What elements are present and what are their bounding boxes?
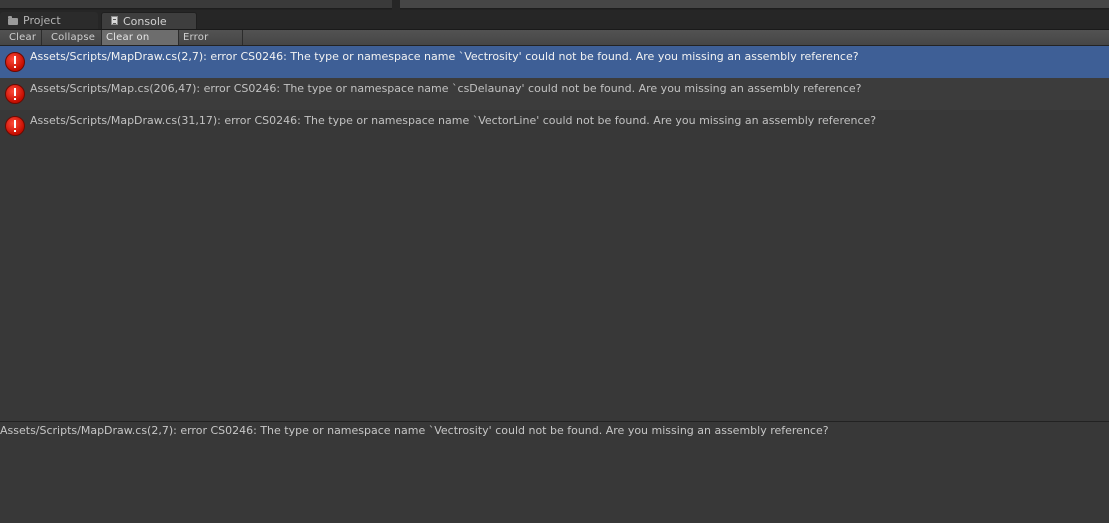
tab-project-label: Project	[23, 14, 61, 27]
log-entry[interactable]: Assets/Scripts/Map.cs(206,47): error CS0…	[0, 78, 1109, 110]
clear-on-play-toggle[interactable]: Clear on Play	[102, 30, 179, 58]
upper-right-panel	[400, 0, 1109, 9]
tab-console[interactable]: Console	[101, 12, 197, 29]
error-icon	[5, 52, 25, 72]
folder-icon	[8, 16, 18, 25]
log-entry[interactable]: Assets/Scripts/MapDraw.cs(31,17): error …	[0, 110, 1109, 142]
detail-message: Assets/Scripts/MapDraw.cs(2,7): error CS…	[0, 424, 829, 437]
error-icon	[5, 116, 25, 136]
log-detail-panel[interactable]: Assets/Scripts/MapDraw.cs(2,7): error CS…	[0, 422, 1109, 523]
log-message: Assets/Scripts/Map.cs(206,47): error CS0…	[30, 82, 862, 95]
upper-left-panel	[0, 0, 392, 9]
upper-panel-edge	[0, 0, 1109, 10]
tab-console-label: Console	[123, 14, 167, 28]
console-icon	[111, 15, 118, 25]
error-pause-toggle[interactable]: Error Pause	[179, 30, 243, 58]
clear-button[interactable]: Clear	[0, 30, 42, 45]
log-message: Assets/Scripts/MapDraw.cs(31,17): error …	[30, 114, 877, 127]
tab-bar: Project Console	[0, 10, 1109, 30]
error-icon	[5, 84, 25, 104]
panel-splitter[interactable]	[392, 0, 400, 10]
tab-project[interactable]: Project	[0, 12, 98, 29]
collapse-toggle[interactable]: Collapse	[42, 30, 102, 45]
log-message: Assets/Scripts/MapDraw.cs(2,7): error CS…	[30, 50, 859, 63]
console-toolbar: Clear Collapse Clear on Play Error Pause	[0, 30, 1109, 58]
toolbar-spacer	[243, 30, 1109, 45]
console-log-list[interactable]: Assets/Scripts/MapDraw.cs(2,7): error CS…	[0, 46, 1109, 421]
log-entry[interactable]: Assets/Scripts/MapDraw.cs(2,7): error CS…	[0, 46, 1109, 78]
